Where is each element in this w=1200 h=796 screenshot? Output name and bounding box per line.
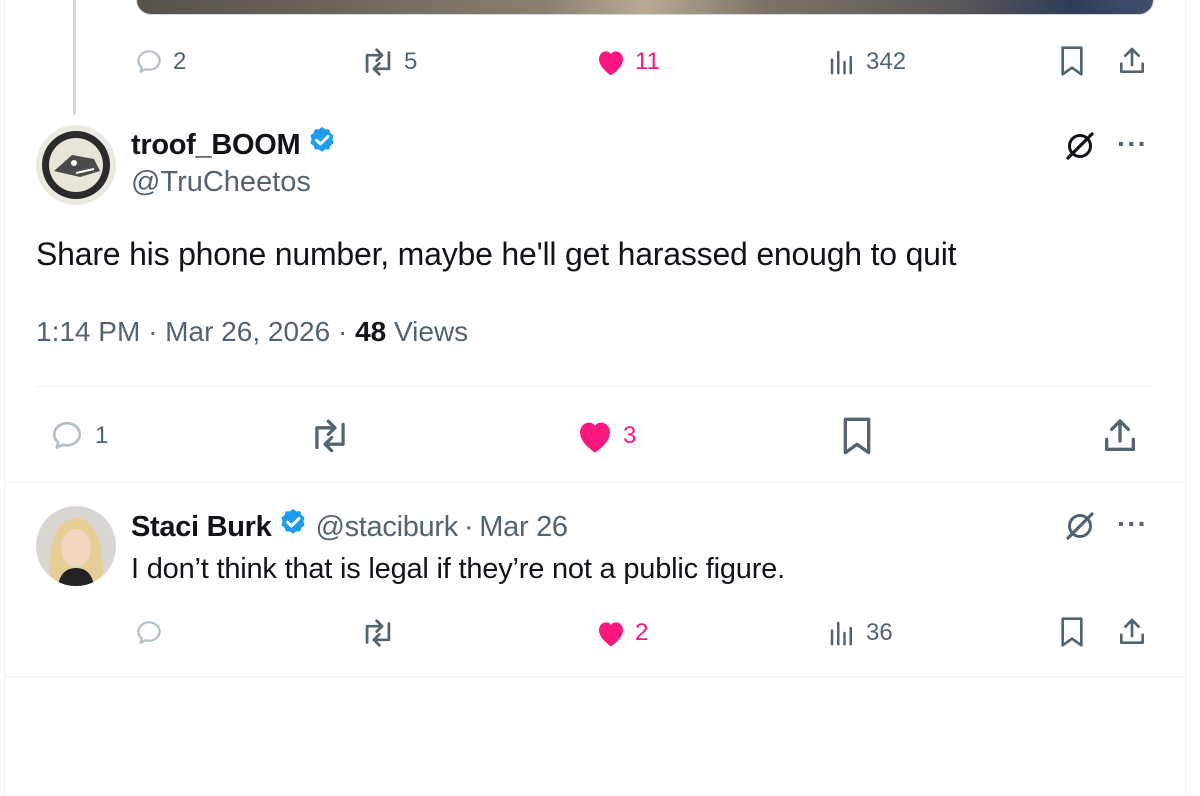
repost-count: 5 [404,48,418,75]
reply-icon [47,418,87,454]
grok-icon [1062,128,1098,164]
author-name[interactable]: troof_BOOM [131,125,338,165]
grok-button[interactable] [1062,508,1098,544]
share-button[interactable] [1116,616,1148,648]
heart-filled-icon [575,417,615,455]
divider [4,676,1184,677]
tweet-media-image[interactable] [136,0,1154,15]
bookmark-icon [1058,45,1086,77]
share-icon [1116,45,1148,77]
reply-count: 1 [95,422,109,449]
share-button[interactable] [1116,45,1148,77]
like-count: 2 [635,619,649,646]
meta-separator: · [337,316,348,347]
reply-count: 2 [173,48,187,75]
bookmark-button[interactable] [1058,616,1086,648]
more-options-button[interactable]: ··· [1117,128,1148,160]
reply-icon [133,47,165,77]
bar-chart-icon [826,618,858,648]
like-button[interactable]: 2 [595,618,648,648]
thread-connector-line [73,0,76,115]
tweet-date[interactable]: Mar 26 [479,511,568,544]
author-name[interactable]: Staci Burk @staciburk · Mar 26 [131,507,568,547]
bar-chart-icon [826,47,858,77]
views-count: 36 [866,619,893,646]
bookmark-icon [1058,616,1086,648]
bookmark-button[interactable] [1058,45,1086,77]
repost-button[interactable] [308,418,360,454]
divider [36,386,1152,387]
heart-filled-icon [595,618,627,648]
views-button[interactable]: 342 [826,47,906,77]
like-count: 11 [635,48,660,75]
grok-icon [1062,508,1098,544]
like-count: 3 [623,422,637,449]
views-count: 342 [866,48,907,75]
share-icon [1100,416,1140,456]
grok-button[interactable] [1062,128,1098,164]
meta-separator: · [463,510,474,543]
reply-button[interactable]: 1 [47,418,108,454]
meta-separator: · [148,316,158,347]
like-button[interactable]: 11 [595,47,660,77]
verified-badge-icon [306,125,338,165]
tweet-metadata: 1:14 PM · Mar 26, 2026 · 48 Views [36,316,468,348]
tweet-time[interactable]: 1:14 PM [36,316,140,347]
author-handle[interactable]: @TruCheetos [131,166,311,199]
bookmark-icon [840,416,874,456]
heart-filled-icon [595,47,627,77]
repost-icon [360,47,396,77]
views-button[interactable]: 36 [826,618,893,648]
views-label: Views [394,316,469,347]
more-options-button[interactable]: ··· [1117,508,1148,540]
repost-button[interactable]: 5 [360,47,417,77]
tweet-text: Share his phone number, maybe he'll get … [36,236,957,272]
bookmark-button[interactable] [840,416,874,456]
reply-button[interactable] [133,618,173,648]
repost-button[interactable] [360,618,404,648]
verified-badge-icon [277,507,309,547]
display-name: Staci Burk [131,510,272,543]
repost-icon [360,618,396,648]
avatar[interactable] [36,506,116,586]
share-button[interactable] [1100,416,1140,456]
repost-icon [308,418,352,454]
author-handle: @staciburk [315,510,458,543]
tweet-text: I don’t think that is legal if they’re n… [131,553,785,585]
display-name: troof_BOOM [131,128,301,161]
like-button[interactable]: 3 [575,417,636,455]
reply-button[interactable]: 2 [133,47,186,77]
share-icon [1116,616,1148,648]
reply-icon [133,618,165,648]
divider [4,482,1184,483]
avatar[interactable] [36,125,116,205]
tweet-date[interactable]: Mar 26, 2026 [165,316,330,347]
views-number: 48 [355,316,387,347]
